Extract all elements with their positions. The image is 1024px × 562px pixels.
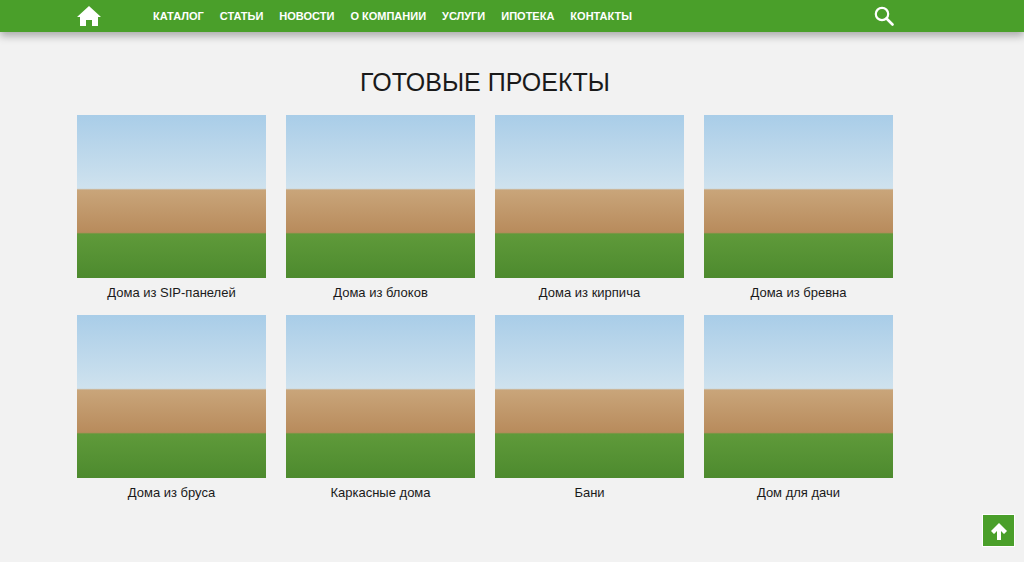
search-button[interactable] bbox=[874, 6, 894, 26]
nav-item[interactable]: СТАТЬИ bbox=[220, 10, 264, 22]
main-nav: КАТАЛОГ СТАТЬИ НОВОСТИ О КОМПАНИИ УСЛУГИ ИПОТ… bbox=[153, 10, 632, 22]
nav-item[interactable]: ИПОТЕКА bbox=[501, 10, 554, 22]
project-caption[interactable]: Дома из бруса bbox=[77, 478, 266, 501]
scroll-top-button[interactable] bbox=[982, 514, 1015, 547]
project-photo[interactable] bbox=[77, 115, 266, 278]
project-photo[interactable] bbox=[495, 315, 684, 478]
project-photo[interactable] bbox=[77, 315, 266, 478]
project-card[interactable]: Дома из бруса bbox=[77, 315, 266, 501]
top-bar: КАТАЛОГ СТАТЬИ НОВОСТИ О КОМПАНИИ УСЛУГИ ИПОТ… bbox=[0, 0, 1024, 32]
search-icon[interactable] bbox=[874, 6, 894, 26]
nav-item[interactable]: КОНТАКТЫ bbox=[570, 10, 632, 22]
project-card[interactable]: Бани bbox=[495, 315, 684, 501]
projects-section: ГОТОВЫЕ ПРОЕКТЫДома из SIP-панелейДома и… bbox=[77, 32, 893, 501]
project-photo[interactable] bbox=[286, 315, 475, 478]
home-link[interactable] bbox=[76, 5, 102, 27]
projects-grid: Дома из SIP-панелей Дома из блоков Дома из… bbox=[77, 115, 893, 501]
project-card[interactable]: Дома из кирпича bbox=[495, 115, 684, 301]
page: КАТАЛОГ СТАТЬИ НОВОСТИ О КОМПАНИИ УСЛУГИ ИПОТ… bbox=[0, 0, 1024, 562]
project-card[interactable]: Дома из SIP-панелей bbox=[77, 115, 266, 301]
arrow-up-icon[interactable] bbox=[989, 521, 1009, 541]
project-caption[interactable]: Дома из кирпича bbox=[495, 278, 684, 301]
project-photo[interactable] bbox=[286, 115, 475, 278]
nav-item[interactable]: КАТАЛОГ bbox=[153, 10, 204, 22]
project-caption[interactable]: Дома из бревна bbox=[704, 278, 893, 301]
project-caption[interactable]: Дом для дачи bbox=[704, 478, 893, 501]
nav-item[interactable]: НОВОСТИ bbox=[279, 10, 334, 22]
project-photo[interactable] bbox=[704, 115, 893, 278]
project-caption[interactable]: Дома из SIP-панелей bbox=[77, 278, 266, 301]
nav-item[interactable]: О КОМПАНИИ bbox=[350, 10, 426, 22]
project-photo[interactable] bbox=[495, 115, 684, 278]
nav-item[interactable]: УСЛУГИ bbox=[442, 10, 485, 22]
project-caption[interactable]: Дома из блоков bbox=[286, 278, 475, 301]
project-caption[interactable]: Каркасные дома bbox=[286, 478, 475, 501]
project-card[interactable]: Каркасные дома bbox=[286, 315, 475, 501]
project-caption[interactable]: Бани bbox=[495, 478, 684, 501]
project-photo[interactable] bbox=[704, 315, 893, 478]
project-card[interactable]: Дома из блоков bbox=[286, 115, 475, 301]
project-card[interactable]: Дома из бревна bbox=[704, 115, 893, 301]
section-title: ГОТОВЫЕ ПРОЕКТЫ bbox=[77, 68, 893, 97]
home-icon[interactable] bbox=[76, 5, 102, 27]
project-card[interactable]: Дом для дачи bbox=[704, 315, 893, 501]
